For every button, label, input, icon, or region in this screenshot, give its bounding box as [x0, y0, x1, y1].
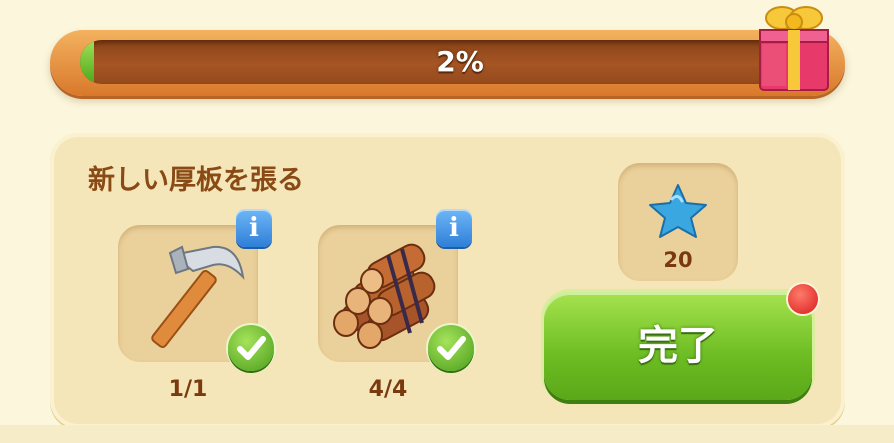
info-button-logs[interactable]: i	[436, 209, 472, 247]
quest-screen: 2% 新しい厚板を張る i 1/1 i 4/4 20 完了	[0, 0, 894, 443]
info-button-hammer[interactable]: i	[236, 209, 272, 247]
bottom-strip	[0, 425, 894, 443]
requirement-count-hammer: 1/1	[168, 377, 208, 402]
notification-dot	[788, 284, 818, 314]
progress-percent-label: 2%	[436, 45, 484, 78]
check-icon	[428, 325, 474, 371]
task-title: 新しい厚板を張る	[88, 165, 304, 196]
complete-button[interactable]: 完了	[544, 292, 812, 400]
check-icon	[228, 325, 274, 371]
requirement-count-logs: 4/4	[368, 377, 408, 402]
blue-star-icon	[649, 184, 707, 238]
gift-box-icon[interactable]	[752, 0, 836, 96]
reward-amount: 20	[663, 248, 693, 272]
